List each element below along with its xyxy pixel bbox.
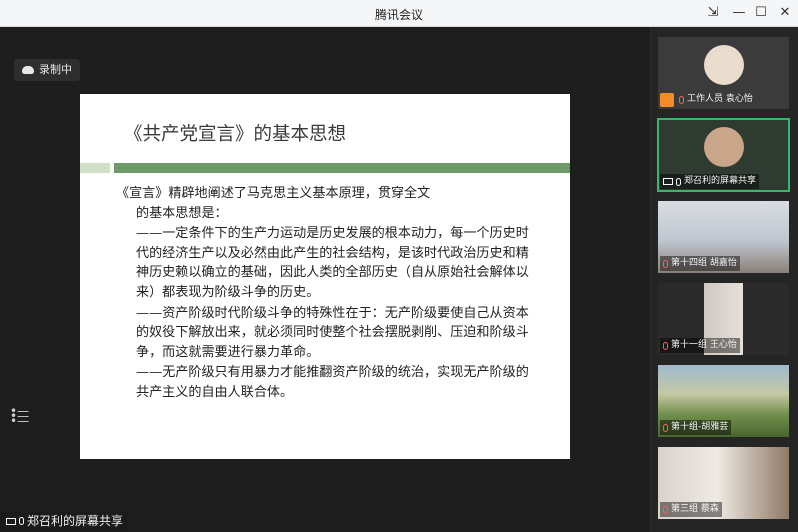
title-accent-bar-dark xyxy=(114,163,570,173)
recording-label: 录制中 xyxy=(39,63,72,76)
participant-label: 第十一组 王心怡 xyxy=(660,338,740,353)
slide-body: 《宣言》精辟地阐述了马克思主义基本原理，贯穿全文 的基本思想是： ——一定条件下… xyxy=(116,184,536,403)
participant-label: 工作人员 袁心怡 xyxy=(676,92,756,107)
participant-panel: 工作人员 袁心怡 郑召利的屏幕共享 第十四组 胡嘉怡 第十一组 王心怡 第十组-… xyxy=(651,27,798,532)
participant-name: 第十四组 胡嘉怡 xyxy=(671,258,737,268)
slide-intro-line2: 的基本思想是： xyxy=(136,205,228,221)
shared-screen-area: 录制中 《共产党宣言》的基本思想 《宣言》精辟地阐述了马克思主义基本原理，贯穿全… xyxy=(0,27,650,532)
pin-icon[interactable]: ⇲ xyxy=(702,3,724,23)
participant-tile-active[interactable]: 郑召利的屏幕共享 xyxy=(657,118,790,192)
slide-point-1: ——一定条件下的生产力运动是历史发展的根本动力，每一个历史时代的经济生产以及必然… xyxy=(136,226,529,300)
presentation-slide: 《共产党宣言》的基本思想 《宣言》精辟地阐述了马克思主义基本原理，贯穿全文 的基… xyxy=(80,94,570,459)
avatar xyxy=(704,127,744,167)
slide-intro-line1: 《宣言》精辟地阐述了马克思主义基本原理，贯穿全文 xyxy=(116,186,431,201)
avatar xyxy=(704,45,744,85)
screen-share-label: 郑召利的屏幕共享 xyxy=(0,511,130,531)
recording-badge[interactable]: 录制中 xyxy=(14,59,80,81)
slide-point-2: ——资产阶级时代阶级斗争的特殊性在于：无产阶级要使自己从资本的奴役下解放出来，就… xyxy=(136,305,529,360)
cloud-icon xyxy=(22,66,34,74)
participant-tile[interactable]: 第十组-胡雅芸 xyxy=(658,365,789,437)
participant-name: 郑召利的屏幕共享 xyxy=(684,176,757,186)
participant-name: 工作人员 袁心怡 xyxy=(687,94,753,104)
slide-point-3: ——无产阶级只有用暴力才能推翻资产阶级的统治，实现无产阶级的共产主义的自由人联合… xyxy=(136,365,529,400)
participant-name: 第十组-胡雅芸 xyxy=(671,422,729,432)
mic-icon xyxy=(19,517,24,525)
participant-tile[interactable]: 第三组 蔡森 xyxy=(658,447,789,519)
screen-share-name: 郑召利的屏幕共享 xyxy=(27,514,124,528)
mic-muted-icon xyxy=(679,95,684,104)
participant-tile[interactable]: 第十四组 胡嘉怡 xyxy=(658,201,789,273)
participant-label: 第十四组 胡嘉怡 xyxy=(660,256,740,271)
title-accent-bar-light xyxy=(80,163,110,173)
list-icon[interactable]: •— •— •— xyxy=(10,405,29,427)
mic-muted-icon xyxy=(663,341,668,350)
participant-label: 郑召利的屏幕共享 xyxy=(660,174,760,189)
close-button[interactable]: ✕ xyxy=(774,3,796,23)
minimize-button[interactable]: — xyxy=(728,3,750,23)
participant-label: 第三组 蔡森 xyxy=(660,502,722,517)
maximize-button[interactable]: ☐ xyxy=(750,3,772,23)
mic-icon xyxy=(676,177,681,186)
screen-share-icon xyxy=(6,517,16,525)
mic-muted-icon xyxy=(663,259,668,268)
participant-tile[interactable]: 工作人员 袁心怡 xyxy=(658,37,789,109)
slide-title: 《共产党宣言》的基本思想 xyxy=(124,124,347,145)
participant-name: 第三组 蔡森 xyxy=(671,504,719,514)
participant-name: 第十一组 王心怡 xyxy=(671,340,737,350)
screen-share-icon xyxy=(663,178,673,185)
participant-tile[interactable]: 第十一组 王心怡 xyxy=(658,283,789,355)
participant-label: 第十组-胡雅芸 xyxy=(660,420,732,435)
staff-icon xyxy=(660,93,674,107)
mic-muted-icon xyxy=(663,423,668,432)
window-title: 腾讯会议 xyxy=(374,8,423,22)
title-bar: 腾讯会议 ⇲ — ☐ ✕ xyxy=(0,0,798,27)
mic-muted-icon xyxy=(663,505,668,514)
